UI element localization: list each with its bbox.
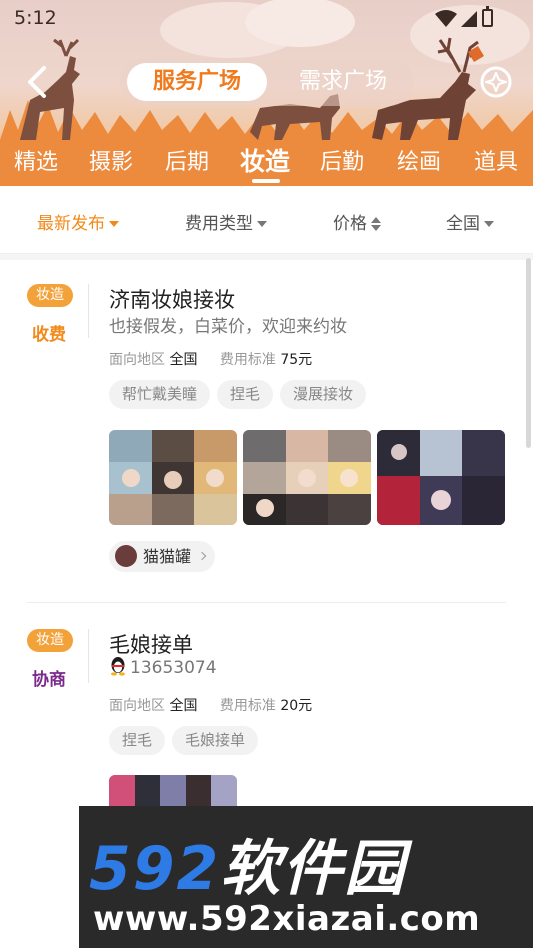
area-label: 面向地区 xyxy=(109,698,165,714)
listing-contact: 13653074 xyxy=(109,657,217,678)
sort-icon xyxy=(371,217,381,231)
tag[interactable]: 漫展接妆 xyxy=(280,380,367,409)
tag-list: 捏毛 毛娘接单 xyxy=(109,726,265,755)
category-tab-photography[interactable]: 摄影 xyxy=(89,144,133,176)
app-header: 5:12 服务广场 需求广场 精选 摄影 后期 妆造 后勤 绘画 道具 xyxy=(0,0,533,186)
watermark-brand-text: 软件园 xyxy=(220,834,407,904)
filter-latest[interactable]: 最新发布 xyxy=(37,209,119,234)
tag[interactable]: 捏毛 xyxy=(217,380,274,409)
price-label: 费用标准 xyxy=(219,352,276,368)
category-tab-makeup[interactable]: 妆造 xyxy=(240,142,290,178)
area-value: 全国 xyxy=(169,352,198,368)
battery-icon xyxy=(482,6,493,27)
category-tab-featured[interactable]: 精选 xyxy=(14,144,58,176)
category-tabs: 精选 摄影 后期 妆造 后勤 绘画 道具 xyxy=(0,140,533,186)
category-tab-logistics[interactable]: 后勤 xyxy=(320,144,364,176)
price-value: 75元 xyxy=(280,352,313,368)
photo-thumbnail[interactable] xyxy=(243,430,371,525)
tab-service-square[interactable]: 服务广场 xyxy=(127,63,267,101)
filter-price[interactable]: 价格 xyxy=(333,209,381,234)
qq-penguin-icon xyxy=(111,657,125,676)
avatar xyxy=(115,544,137,567)
tag[interactable]: 帮忙戴美瞳 xyxy=(109,380,211,409)
photo-thumbnail[interactable] xyxy=(109,430,237,525)
area-label: 面向地区 xyxy=(109,352,165,368)
compass-icon[interactable] xyxy=(478,64,514,100)
watermark-brand: 592软件园 xyxy=(89,820,406,907)
fee-type: 收费 xyxy=(32,325,66,345)
watermark-url: www.592xiazai.com xyxy=(93,899,481,939)
price-value: 20元 xyxy=(280,698,313,714)
listing-subtitle: 也接假发，白菜价，欢迎来约妆 xyxy=(109,317,347,337)
author-chip[interactable]: 猫猫罐 xyxy=(109,541,216,572)
type-badge: 妆造 xyxy=(27,629,73,652)
listing-title: 毛娘接单 xyxy=(109,633,193,657)
filter-fee-type[interactable]: 费用类型 xyxy=(185,209,267,234)
chevron-right-icon xyxy=(197,551,207,560)
price-label: 费用标准 xyxy=(219,698,276,714)
area-value: 全国 xyxy=(169,698,198,714)
square-switch: 服务广场 需求广场 xyxy=(120,58,413,106)
listing-card[interactable]: 妆造 收费 济南妆娘接妆 也接假发，白菜价，欢迎来约妆 面向地区 全国 费用标准… xyxy=(0,260,533,602)
back-arrow-icon[interactable] xyxy=(20,62,54,102)
tag[interactable]: 毛娘接单 xyxy=(172,726,259,755)
category-tab-indicator xyxy=(252,179,280,183)
type-badge: 妆造 xyxy=(27,284,73,307)
author-name: 猫猫罐 xyxy=(143,547,192,566)
filter-latest-label: 最新发布 xyxy=(37,214,105,234)
divider-vertical xyxy=(88,629,89,683)
caret-down-icon xyxy=(484,221,494,227)
caret-down-icon xyxy=(109,221,119,227)
qq-number: 13653074 xyxy=(130,658,217,678)
tag-list: 帮忙戴美瞳 捏毛 漫展接妆 xyxy=(109,380,373,409)
caret-down-icon xyxy=(257,221,267,227)
divider-vertical xyxy=(88,284,89,338)
listing-meta: 面向地区 全国 费用标准 75元 xyxy=(109,349,312,369)
listing-meta: 面向地区 全国 费用标准 20元 xyxy=(109,695,312,715)
category-tab-props[interactable]: 道具 xyxy=(474,144,518,176)
status-bar: 5:12 xyxy=(0,0,533,36)
filter-region-label: 全国 xyxy=(446,214,480,234)
listing-title: 济南妆娘接妆 xyxy=(109,288,235,312)
watermark-brand-number: 592 xyxy=(89,834,221,904)
watermark-banner: 592软件园 www.592xiazai.com xyxy=(79,806,533,948)
filter-fee-type-label: 费用类型 xyxy=(185,214,253,234)
filter-price-label: 价格 xyxy=(333,214,367,234)
status-time: 5:12 xyxy=(14,7,57,29)
tab-demand-square[interactable]: 需求广场 xyxy=(280,63,406,101)
filter-bar: 最新发布 费用类型 价格 全国 xyxy=(0,186,533,254)
filter-region[interactable]: 全国 xyxy=(446,209,494,234)
fee-type: 协商 xyxy=(32,670,66,690)
scrollbar[interactable] xyxy=(526,258,531,448)
category-tab-painting[interactable]: 绘画 xyxy=(397,144,441,176)
photo-thumbnail[interactable] xyxy=(377,430,505,525)
category-tab-postproduction[interactable]: 后期 xyxy=(165,144,209,176)
tag[interactable]: 捏毛 xyxy=(109,726,166,755)
